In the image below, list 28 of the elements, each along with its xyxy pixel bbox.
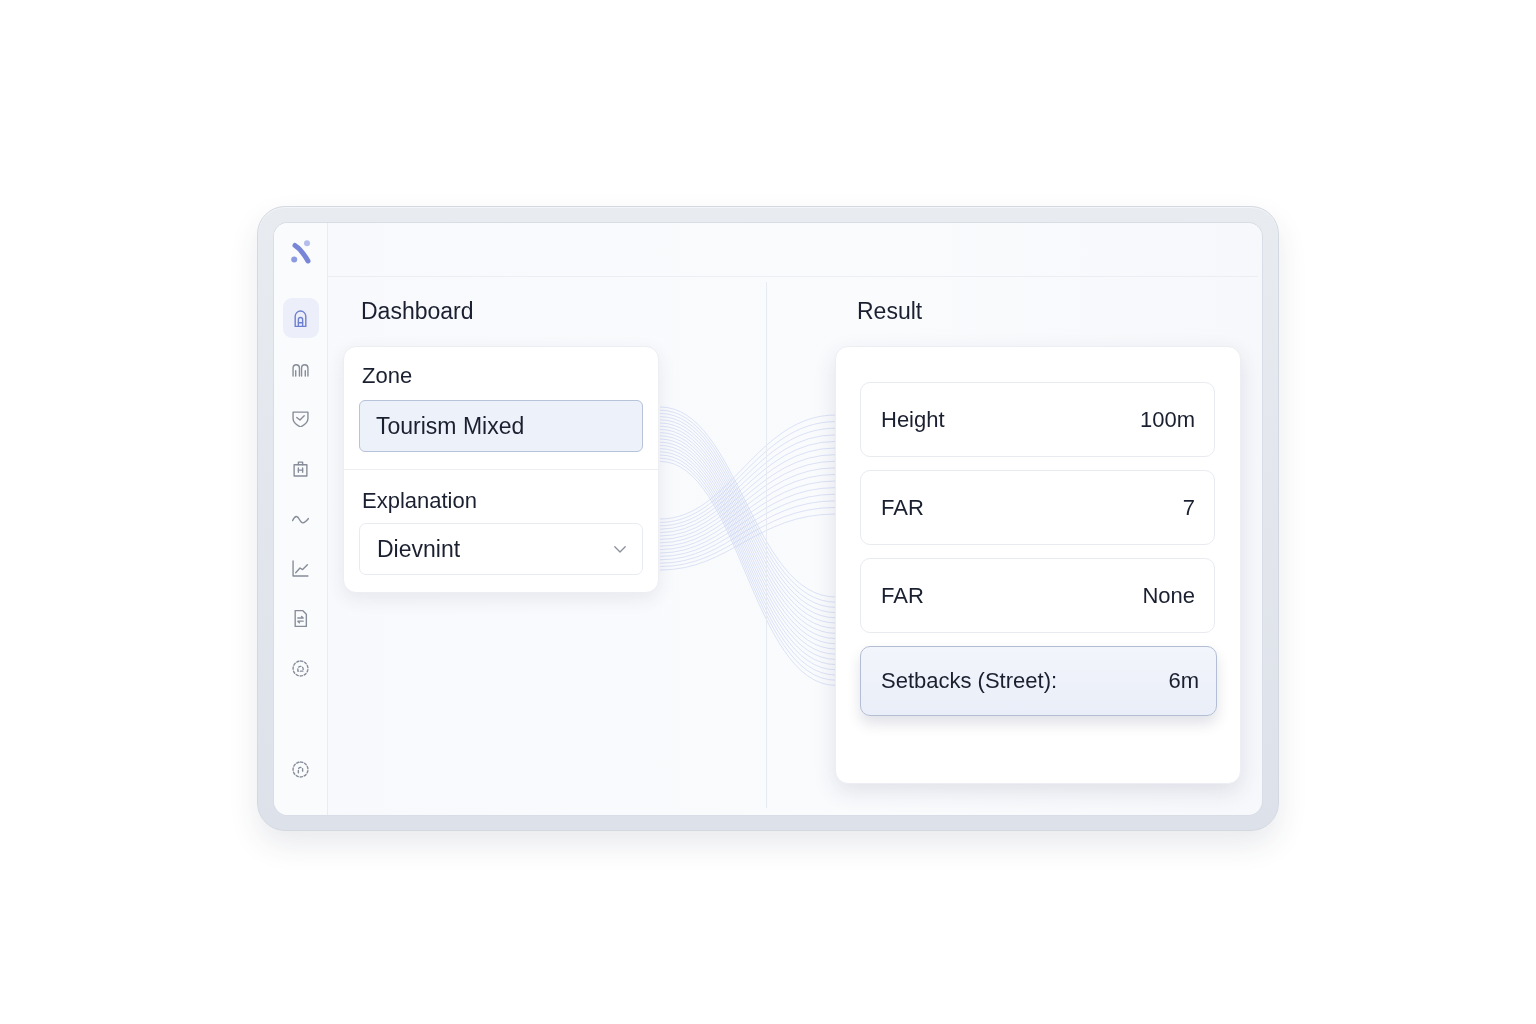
result-row[interactable]: Setbacks (Street): 6m <box>860 646 1217 716</box>
section-title: Result <box>856 297 924 325</box>
result-label: Height <box>881 406 945 433</box>
result-value: 6m <box>1168 668 1199 694</box>
dashed-circle-icon <box>292 659 309 677</box>
arch-door-icon <box>292 309 309 327</box>
zone-input[interactable]: Tourism Mixed <box>359 400 643 452</box>
document-icon <box>292 609 309 627</box>
result-label: Setbacks (Street): <box>881 668 1058 694</box>
result-label: FAR <box>881 494 924 521</box>
explanation-select[interactable]: Dievnint <box>359 523 643 575</box>
briefcase-icon <box>292 459 309 477</box>
field-label: Explanation <box>361 487 478 515</box>
result-value: 7 <box>1182 494 1195 521</box>
section-title: Dashboard <box>360 297 475 325</box>
dashed-circle-icon <box>292 760 309 778</box>
result-label: FAR <box>881 582 924 609</box>
field-label: Zone <box>361 362 414 390</box>
chevron-down-icon <box>614 545 626 553</box>
nav-button[interactable] <box>282 298 319 338</box>
logo-icon <box>290 240 311 264</box>
result-row[interactable]: Height 100m <box>860 382 1215 457</box>
result-value: 100m <box>1139 406 1195 433</box>
line-chart-icon <box>292 559 309 577</box>
result-row[interactable]: FAR 7 <box>860 470 1215 545</box>
result-row[interactable]: FAR None <box>860 558 1215 633</box>
shield-check-icon <box>292 409 309 427</box>
result-value: None <box>1142 582 1195 609</box>
